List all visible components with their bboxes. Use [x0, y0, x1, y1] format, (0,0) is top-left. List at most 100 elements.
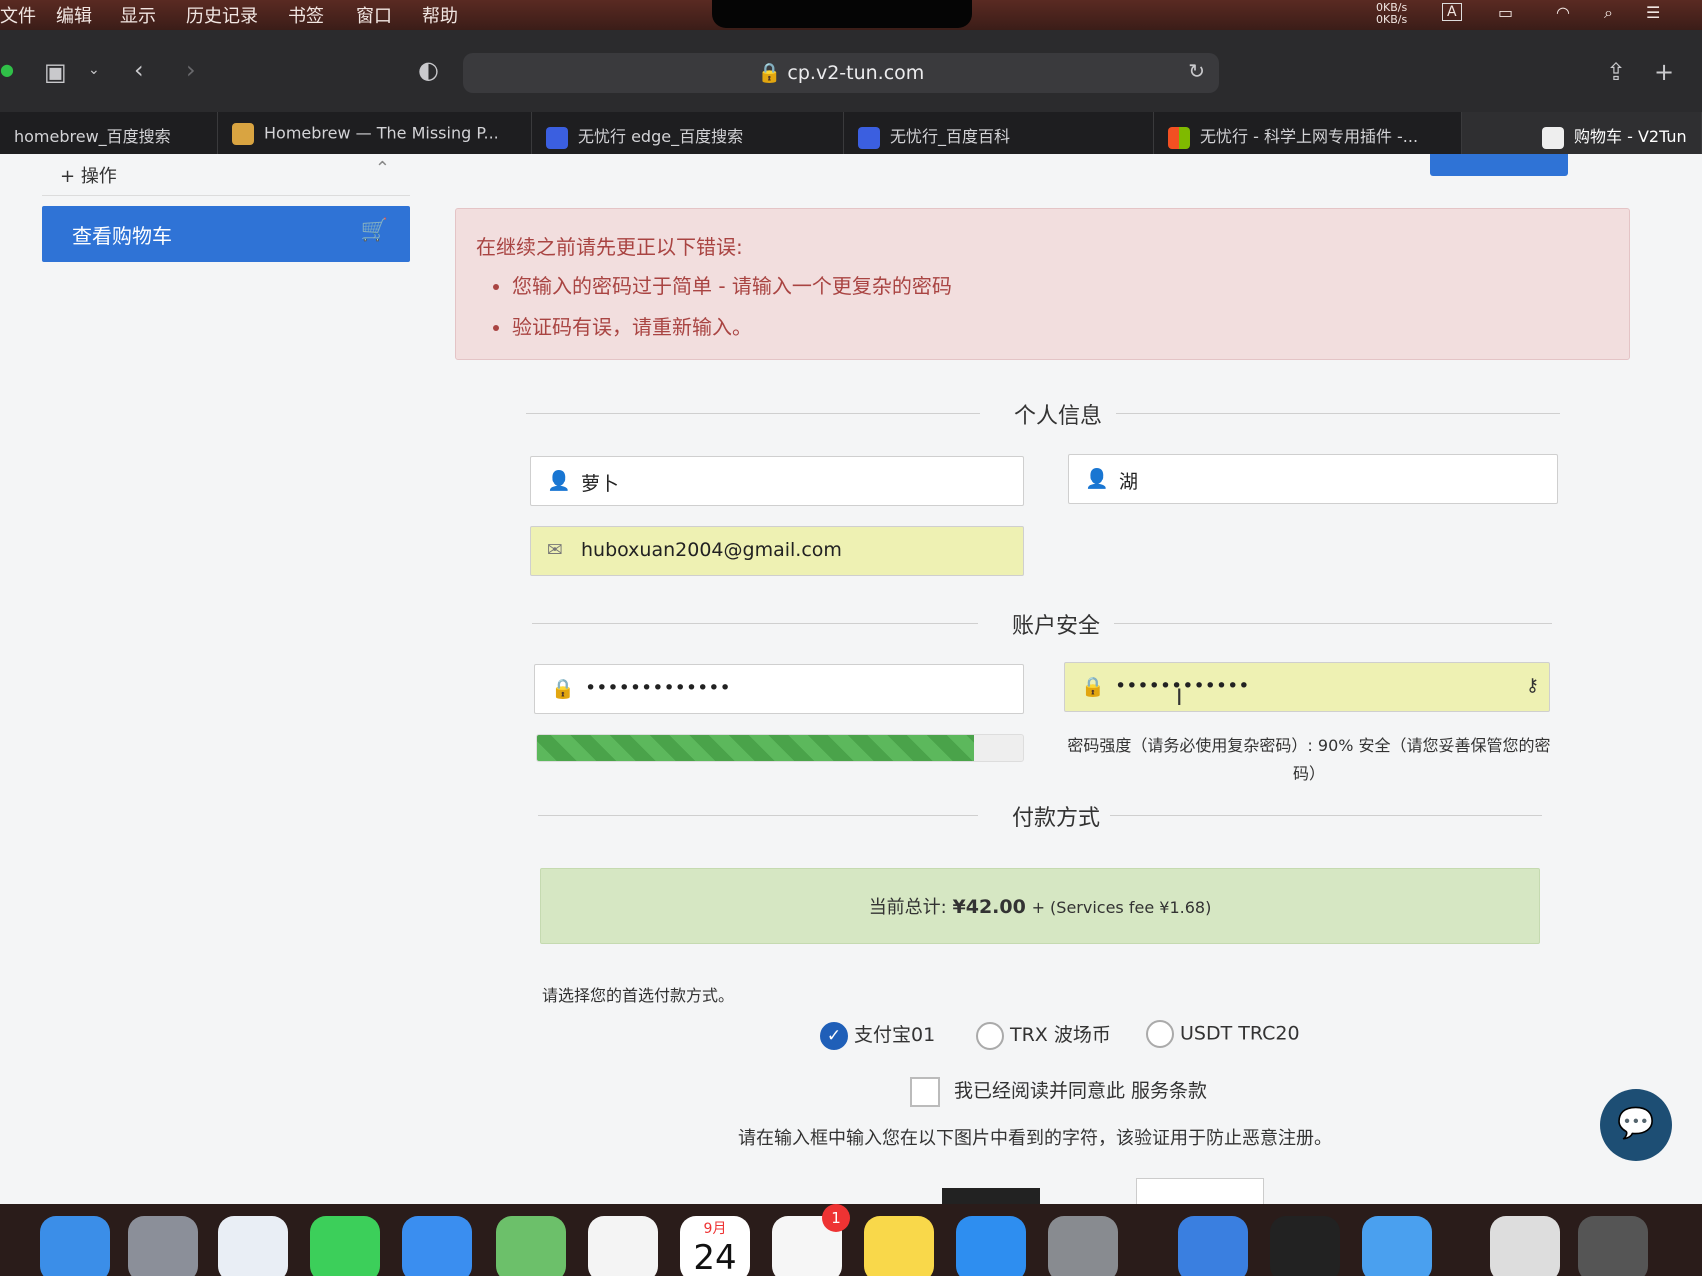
last-name-input[interactable]: 👤 湖 — [1068, 454, 1558, 504]
mail-icon[interactable] — [402, 1216, 472, 1276]
app-store-icon[interactable] — [956, 1216, 1026, 1276]
terminal-icon[interactable] — [1270, 1216, 1340, 1276]
maps-icon[interactable] — [496, 1216, 566, 1276]
new-tab-icon[interactable]: + — [1654, 58, 1674, 86]
finder-icon[interactable] — [40, 1216, 110, 1276]
password-strength-text: 密码强度（请务必使用复杂密码）: 90% 安全（请您妥善保管您的密码） — [1067, 736, 1551, 783]
payment-option-label: 支付宝01 — [854, 1024, 936, 1046]
tab-label: Homebrew — The Missing P... — [264, 123, 499, 143]
chat-bubble-icon[interactable]: 💬 — [1600, 1089, 1672, 1161]
tab-wuyouxing-plugin[interactable]: 无忧行 - 科学上网专用插件 -... — [1154, 112, 1462, 154]
terms-label[interactable]: 我已经阅读并同意此 服务条款 — [954, 1080, 1207, 1102]
back-icon[interactable]: ‹ — [134, 56, 144, 84]
error-alert: 在继续之前请先更正以下错误: 您输入的密码过于简单 - 请输入一个更复杂的密码 … — [455, 208, 1630, 360]
payment-option-trx[interactable]: TRX 波场币 — [976, 1020, 1111, 1050]
menu-view[interactable]: 显示 — [120, 2, 156, 28]
radio-unchecked-icon[interactable] — [1146, 1020, 1174, 1048]
menu-edit[interactable]: 编辑 — [56, 2, 92, 28]
first-name-value: 萝卜 — [581, 473, 620, 495]
password-strength-bar — [536, 734, 1024, 762]
forward-icon[interactable]: › — [186, 56, 196, 84]
sidebar-actions-header[interactable]: + 操作 ⌃ — [42, 154, 410, 196]
services-fee: + (Services fee ¥1.68) — [1031, 898, 1212, 917]
tab-label: 无忧行 - 科学上网专用插件 -... — [1200, 127, 1419, 146]
payment-option-label: TRX 波场币 — [1010, 1024, 1111, 1046]
user-icon: 👤 — [1085, 468, 1109, 490]
launchpad-icon[interactable] — [128, 1216, 198, 1276]
network-speed: 0KB/s 0KB/s — [1376, 2, 1407, 26]
privacy-shield-icon[interactable]: ◐ — [418, 56, 439, 84]
user-icon: 👤 — [547, 470, 571, 492]
share-icon[interactable]: ⇪ — [1606, 58, 1626, 86]
sidebar-section-label: 操作 — [80, 166, 117, 187]
system-settings-icon[interactable] — [1048, 1216, 1118, 1276]
chevron-down-icon[interactable]: ⌄ — [88, 62, 100, 78]
battery-icon[interactable]: ▭ — [1498, 3, 1513, 22]
radio-unchecked-icon[interactable] — [976, 1021, 1004, 1050]
address-bar[interactable]: 🔒 cp.v2-tun.com ↻ — [463, 53, 1219, 93]
section-title: 付款方式 — [998, 800, 1115, 832]
homebrew-favicon-icon — [232, 123, 254, 145]
chevron-up-icon[interactable]: ⌃ — [375, 158, 390, 179]
menu-bookmarks[interactable]: 书签 — [288, 2, 324, 28]
messages-icon[interactable] — [310, 1216, 380, 1276]
radio-checked-icon[interactable]: ✓ — [820, 1021, 848, 1050]
alert-heading: 在继续之前请先更正以下错误: — [476, 235, 743, 259]
menu-history[interactable]: 历史记录 — [186, 2, 258, 28]
password-key-icon[interactable]: ⚷ — [1526, 675, 1539, 696]
wifi-icon[interactable]: ◠ — [1556, 3, 1570, 22]
payment-choice-label: 请选择您的首选付款方式。 — [542, 986, 735, 1005]
menu-file[interactable]: 文件 — [0, 2, 36, 28]
total-value: ¥42.00 — [952, 896, 1026, 918]
document-icon[interactable] — [1490, 1216, 1560, 1276]
baidu-favicon-icon — [858, 126, 880, 149]
section-title: 个人信息 — [1000, 398, 1117, 430]
tab-wuyouxing-baike[interactable]: 无忧行_百度百科 — [844, 112, 1154, 154]
input-method-indicator[interactable]: A — [1442, 3, 1462, 21]
menu-bar: 文件 编辑 显示 历史记录 书签 窗口 帮助 0KB/s 0KB/s A ▭ ◠… — [0, 0, 1702, 30]
account-security-section: 账户安全 — [532, 608, 1552, 640]
section-title: 账户安全 — [998, 608, 1115, 640]
password-strength-fill — [537, 735, 975, 761]
payment-option-alipay[interactable]: ✓ 支付宝01 — [820, 1020, 935, 1050]
tab-homebrew[interactable]: Homebrew — The Missing P... — [218, 112, 532, 154]
photos-icon[interactable] — [588, 1216, 658, 1276]
already-registered-button[interactable] — [1430, 154, 1568, 176]
page-content: + 操作 ⌃ 查看购物车 🛒 在继续之前请先更正以下错误: 您输入的密码过于简单… — [0, 154, 1702, 1204]
cat-app-icon[interactable] — [1362, 1216, 1432, 1276]
notes-icon[interactable] — [864, 1216, 934, 1276]
confirm-password-input[interactable]: 🔒 •••••••••••• ⚷ — [1064, 662, 1550, 712]
email-input[interactable]: ✉ huboxuan2004@gmail.com — [530, 526, 1024, 576]
menu-window[interactable]: 窗口 — [356, 2, 392, 28]
alert-error-item: 您输入的密码过于简单 - 请输入一个更复杂的密码 — [512, 270, 1609, 299]
url-value: cp.v2-tun.com — [787, 62, 925, 84]
control-center-icon[interactable]: ☰ — [1646, 3, 1660, 22]
trash-icon[interactable] — [1578, 1216, 1648, 1276]
reload-icon[interactable]: ↻ — [1188, 59, 1205, 83]
calendar-icon[interactable]: 9月 24 — [680, 1216, 750, 1276]
sidebar-toggle-icon[interactable]: ▣ — [44, 58, 67, 86]
net-down: 0KB/s — [1376, 13, 1408, 26]
text-cursor-icon: I — [1176, 686, 1183, 711]
payment-option-usdt[interactable]: USDT TRC20 — [1146, 1020, 1300, 1048]
spotlight-search-icon[interactable]: ⌕ — [1604, 3, 1613, 23]
tab-homebrew-search[interactable]: homebrew_百度搜索 — [0, 112, 218, 154]
lock-icon: 🔒 — [757, 62, 782, 84]
view-cart-button[interactable]: 查看购物车 🛒 — [42, 206, 410, 262]
tab-bar: homebrew_百度搜索 Homebrew — The Missing P..… — [0, 112, 1702, 154]
captcha-input[interactable] — [1136, 1178, 1264, 1204]
menu-help[interactable]: 帮助 — [422, 2, 458, 28]
lock-icon: 🔒 — [551, 678, 575, 700]
tab-label: 无忧行 edge_百度搜索 — [578, 127, 744, 146]
window-zoom-icon[interactable]: ● — [0, 60, 14, 79]
url-text[interactable]: 🔒 cp.v2-tun.com — [463, 61, 1219, 84]
tab-wuyouxing-search[interactable]: 无忧行 edge_百度搜索 — [532, 112, 844, 154]
password-input[interactable]: 🔒 ••••••••••••• — [534, 664, 1024, 714]
first-name-input[interactable]: 👤 萝卜 — [530, 456, 1024, 506]
v2tun-favicon-icon — [1542, 126, 1564, 149]
xcode-icon[interactable] — [1178, 1216, 1248, 1276]
terms-agreement[interactable]: 我已经阅读并同意此 服务条款 — [910, 1076, 1207, 1107]
safari-icon[interactable] — [218, 1216, 288, 1276]
terms-checkbox[interactable] — [910, 1076, 940, 1107]
tab-cart-v2tun[interactable]: 购物车 - V2Tun — [1462, 112, 1702, 154]
